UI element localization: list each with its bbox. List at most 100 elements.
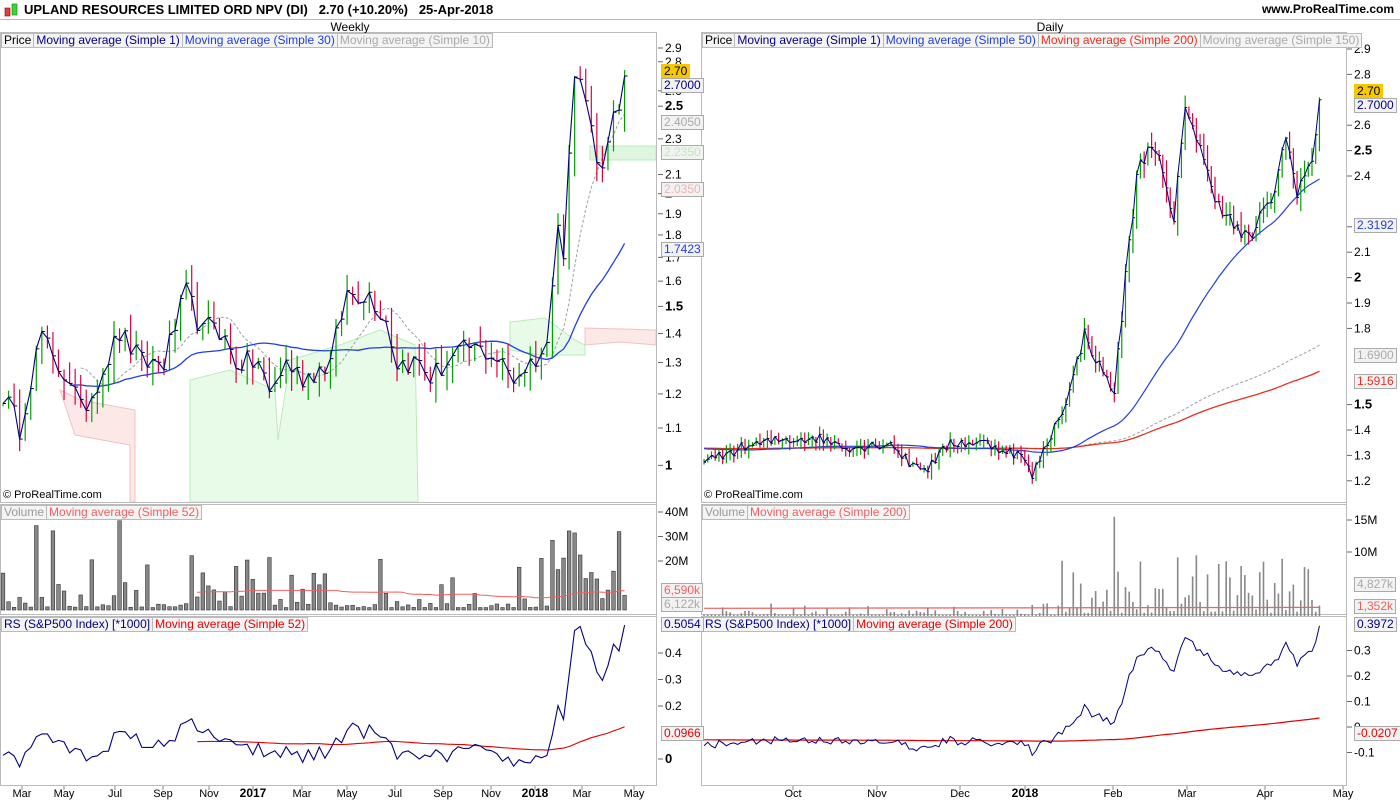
legend-ma10[interactable]: Moving average (Simple 10) xyxy=(338,34,492,47)
daily-price-tick-label: 1.5 xyxy=(1354,397,1372,412)
weekly-volume-bar xyxy=(261,592,266,611)
legend-ma200[interactable]: Moving average (Simple 200) xyxy=(1039,34,1201,47)
daily-volume-bar xyxy=(744,610,746,616)
ma1-value-label: 2.7000 xyxy=(1354,98,1397,113)
weekly-rs-line xyxy=(2,624,626,769)
quote-date: 25-Apr-2018 xyxy=(418,2,494,17)
daily-volume-bar xyxy=(1098,607,1101,616)
weekly-volume-bar xyxy=(511,607,516,611)
weekly-volume-bar xyxy=(111,595,117,611)
weekly-x-tick-label: May xyxy=(624,788,645,800)
weekly-volume-bar xyxy=(344,605,350,611)
legend-rs-ma[interactable]: Moving average (Simple 52) xyxy=(153,618,307,631)
weekly-volume-bar xyxy=(461,607,466,611)
weekly-volume-tick-label: 20M xyxy=(665,554,688,568)
weekly-volume-bar xyxy=(494,603,500,611)
daily-volume-bar xyxy=(927,608,929,616)
daily-volume-bar xyxy=(774,613,776,616)
daily-volume-bar xyxy=(1035,614,1037,616)
daily-volume-bar xyxy=(1027,614,1030,616)
daily-volume-bar xyxy=(1009,614,1011,616)
daily-volume-bar xyxy=(1038,613,1041,616)
legend-price[interactable]: Price xyxy=(703,34,736,47)
weekly-price-tick-label: 2.3 xyxy=(665,132,682,146)
weekly-volume-bar xyxy=(222,591,228,611)
daily-volume-bar xyxy=(975,614,978,616)
weekly-volume-bar xyxy=(189,555,194,611)
legend-ma1[interactable]: Moving average (Simple 1) xyxy=(735,34,884,47)
legend-ma150[interactable]: Moving average (Simple 150) xyxy=(1201,34,1362,47)
weekly-x-tick-label: May xyxy=(54,788,75,800)
weekly-volume-bar xyxy=(578,554,583,611)
daily-volume-bar xyxy=(1277,593,1280,616)
legend-ma30[interactable]: Moving average (Simple 30) xyxy=(183,34,338,47)
daily-volume-bar xyxy=(714,614,716,616)
weekly-volume-bar xyxy=(150,607,155,611)
weekly-volume-bar xyxy=(555,569,561,611)
weekly-price-tick-label: 1.2 xyxy=(665,387,682,401)
daily-volume-bar xyxy=(788,614,791,616)
legend-volume[interactable]: Volume xyxy=(703,506,749,519)
weekly-volume-bar xyxy=(339,606,344,611)
daily-price-tick-label: 1.4 xyxy=(1354,423,1371,437)
weekly-volume-bar xyxy=(178,604,183,611)
daily-volume-bar xyxy=(1173,611,1175,616)
legend-ma50[interactable]: Moving average (Simple 50) xyxy=(884,34,1039,47)
daily-x-tick-label: Mar xyxy=(1178,788,1197,800)
volume-value-label: 6,122k xyxy=(661,597,704,612)
weekly-copyright: © ProRealTime.com xyxy=(3,489,102,501)
daily-volume-bar xyxy=(1023,614,1026,616)
weekly-volume-bar xyxy=(250,579,255,611)
ma150-value-label: 1.6900 xyxy=(1354,348,1397,363)
weekly-volume-bar xyxy=(278,599,283,611)
daily-volume-bar xyxy=(755,614,758,616)
daily-volume-bar xyxy=(1184,597,1186,616)
weekly-volume-bar xyxy=(128,607,133,611)
weekly-volume-bar xyxy=(106,605,111,611)
daily-rs-tick-label: 0.2 xyxy=(1354,669,1371,683)
weekly-x-tick-label: Mar xyxy=(573,788,592,800)
daily-volume-bar xyxy=(1244,575,1246,616)
legend-ma1[interactable]: Moving average (Simple 1) xyxy=(34,34,183,47)
legend-price[interactable]: Price xyxy=(2,34,35,47)
weekly-volume-bar xyxy=(256,592,261,611)
daily-volume-bar xyxy=(837,614,840,616)
weekly-volume-legend: Volume Moving average (Simple 52) xyxy=(1,505,203,520)
weekly-volume-bar xyxy=(161,604,167,611)
daily-ma1-line xyxy=(703,99,1320,481)
daily-volume-bar xyxy=(1124,587,1127,616)
daily-rs-legend: RS (S&P500 Index) [*1000] Moving average… xyxy=(702,617,1016,632)
legend-volume[interactable]: Volume xyxy=(2,506,48,519)
daily-volume-bar xyxy=(1109,610,1112,616)
weekly-volume-bar xyxy=(184,603,189,611)
weekly-x-tick-label: Sep xyxy=(433,788,453,800)
weekly-volume-tick-label: 30M xyxy=(665,530,688,544)
legend-volume-ma[interactable]: Moving average (Simple 52) xyxy=(47,506,201,519)
daily-volume-bar xyxy=(1117,571,1119,616)
legend-rs[interactable]: RS (S&P500 Index) [*1000] xyxy=(703,618,855,631)
weekly-volume-bar xyxy=(566,530,572,611)
daily-volume-bar xyxy=(956,611,959,616)
daily-volume-bar xyxy=(844,611,847,616)
daily-x-tick-label: May xyxy=(1333,788,1354,800)
legend-volume-ma[interactable]: Moving average (Simple 200) xyxy=(748,506,909,519)
daily-volume-bar xyxy=(718,614,720,616)
daily-volume-bar xyxy=(1270,612,1272,616)
weekly-volume-bar xyxy=(289,574,294,611)
daily-price-tick-label: 2.4 xyxy=(1354,169,1371,183)
daily-volume-bar xyxy=(1217,564,1220,616)
daily-volume-bar xyxy=(893,612,896,616)
daily-x-tick-label: Feb xyxy=(1104,788,1123,800)
weekly-volume-ma-line xyxy=(197,589,625,599)
legend-rs[interactable]: RS (S&P500 Index) [*1000] xyxy=(2,618,154,631)
weekly-volume-bar xyxy=(317,584,322,611)
daily-volume-bar xyxy=(889,612,892,616)
legend-rs-ma[interactable]: Moving average (Simple 200) xyxy=(854,618,1015,631)
cloud-a-value-label: 2.2350 xyxy=(661,145,704,160)
daily-volume-bar xyxy=(982,610,985,616)
site-link[interactable]: www.ProRealTime.com xyxy=(1262,2,1394,16)
daily-x-tick-label: Oct xyxy=(784,788,801,800)
daily-volume-bar xyxy=(863,614,866,616)
daily-volume-tick-label: 15M xyxy=(1354,513,1377,527)
daily-volume-bar xyxy=(1203,611,1205,616)
